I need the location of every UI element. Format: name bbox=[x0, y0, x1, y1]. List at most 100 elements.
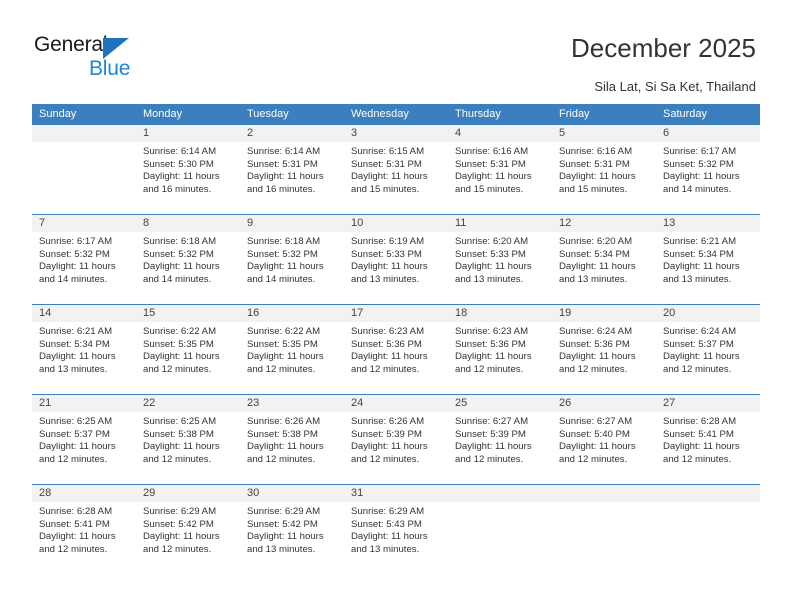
day-cell[interactable]: 11 Sunrise: 6:20 AM Sunset: 5:33 PM Dayligh… bbox=[448, 215, 552, 304]
day-number: 1 bbox=[136, 125, 240, 142]
sunrise-text: Sunrise: 6:17 AM bbox=[39, 236, 113, 247]
day-number: 17 bbox=[344, 305, 448, 322]
day-number: 5 bbox=[552, 125, 656, 142]
sunrise-text: Sunrise: 6:20 AM bbox=[559, 236, 633, 247]
sunset-text: Sunset: 5:31 PM bbox=[455, 158, 526, 170]
day-number: 8 bbox=[136, 215, 240, 232]
sunset-text: Sunset: 5:32 PM bbox=[247, 248, 318, 260]
brand-logo[interactable]: General Blue bbox=[34, 33, 214, 89]
day-details: Sunrise: 6:23 AM Sunset: 5:36 PM Daylight:… bbox=[448, 322, 552, 376]
sunset-text: Sunset: 5:39 PM bbox=[455, 428, 526, 440]
sunrise-text: Sunrise: 6:17 AM bbox=[663, 146, 737, 157]
day-cell[interactable]: 28 Sunrise: 6:28 AM Sunset: 5:41 PM Dayligh… bbox=[32, 485, 136, 573]
sunset-text: Sunset: 5:31 PM bbox=[559, 158, 630, 170]
daylight-text-line1: Daylight: 11 hours bbox=[663, 171, 740, 183]
daylight-text-line2: and 14 minutes. bbox=[663, 183, 732, 195]
day-cell[interactable]: 4 Sunrise: 6:16 AM Sunset: 5:31 PM Daylight… bbox=[448, 125, 552, 214]
day-details: Sunrise: 6:24 AM Sunset: 5:36 PM Daylight:… bbox=[552, 322, 656, 376]
daylight-text-line2: and 13 minutes. bbox=[351, 273, 420, 285]
daylight-text-line2: and 15 minutes. bbox=[351, 183, 420, 195]
day-cell[interactable]: 19 Sunrise: 6:24 AM Sunset: 5:36 PM Dayligh… bbox=[552, 305, 656, 394]
calendar-week-cells: 7 Sunrise: 6:17 AM Sunset: 5:32 PM Daylight… bbox=[32, 215, 760, 304]
day-cell[interactable]: 22 Sunrise: 6:25 AM Sunset: 5:38 PM Dayligh… bbox=[136, 395, 240, 484]
daylight-text-line1: Daylight: 11 hours bbox=[143, 261, 220, 273]
daylight-text-line2: and 13 minutes. bbox=[247, 543, 316, 555]
sunrise-text: Sunrise: 6:14 AM bbox=[247, 146, 321, 157]
day-cell[interactable]: 1 Sunrise: 6:14 AM Sunset: 5:30 PM Daylight… bbox=[136, 125, 240, 214]
daylight-text-line2: and 13 minutes. bbox=[663, 273, 732, 285]
day-cell[interactable]: 2 Sunrise: 6:14 AM Sunset: 5:31 PM Daylight… bbox=[240, 125, 344, 214]
day-details: Sunrise: 6:15 AM Sunset: 5:31 PM Daylight:… bbox=[344, 142, 448, 196]
day-cell[interactable]: 13 Sunrise: 6:21 AM Sunset: 5:34 PM Dayligh… bbox=[656, 215, 760, 304]
sunrise-text: Sunrise: 6:26 AM bbox=[247, 416, 321, 427]
calendar-week-row: 7 Sunrise: 6:17 AM Sunset: 5:32 PM Daylight… bbox=[32, 214, 760, 304]
sunset-text: Sunset: 5:37 PM bbox=[39, 428, 110, 440]
calendar-page: General Blue December 2025 Sila Lat, Si … bbox=[0, 0, 792, 612]
day-cell[interactable]: 9 Sunrise: 6:18 AM Sunset: 5:32 PM Daylight… bbox=[240, 215, 344, 304]
day-details: Sunrise: 6:28 AM Sunset: 5:41 PM Daylight:… bbox=[656, 412, 760, 466]
sunset-text: Sunset: 5:35 PM bbox=[247, 338, 318, 350]
day-cell[interactable]: 12 Sunrise: 6:20 AM Sunset: 5:34 PM Dayligh… bbox=[552, 215, 656, 304]
day-details: Sunrise: 6:26 AM Sunset: 5:39 PM Daylight:… bbox=[344, 412, 448, 466]
day-cell[interactable]: 7 Sunrise: 6:17 AM Sunset: 5:32 PM Daylight… bbox=[32, 215, 136, 304]
calendar-week-cells: 14 Sunrise: 6:21 AM Sunset: 5:34 PM Dayligh… bbox=[32, 305, 760, 394]
daylight-text-line2: and 14 minutes. bbox=[39, 273, 108, 285]
day-details: Sunrise: 6:14 AM Sunset: 5:30 PM Daylight:… bbox=[136, 142, 240, 196]
sunset-text: Sunset: 5:37 PM bbox=[663, 338, 734, 350]
day-number: 16 bbox=[240, 305, 344, 322]
day-cell[interactable]: 3 Sunrise: 6:15 AM Sunset: 5:31 PM Daylight… bbox=[344, 125, 448, 214]
day-cell[interactable]: 31 Sunrise: 6:29 AM Sunset: 5:43 PM Dayligh… bbox=[344, 485, 448, 573]
day-cell-empty bbox=[656, 485, 760, 573]
weekday-saturday: Saturday bbox=[663, 108, 708, 120]
day-details: Sunrise: 6:25 AM Sunset: 5:38 PM Daylight:… bbox=[136, 412, 240, 466]
sunset-text: Sunset: 5:40 PM bbox=[559, 428, 630, 440]
day-cell[interactable]: 21 Sunrise: 6:25 AM Sunset: 5:37 PM Dayligh… bbox=[32, 395, 136, 484]
day-cell[interactable]: 14 Sunrise: 6:21 AM Sunset: 5:34 PM Dayligh… bbox=[32, 305, 136, 394]
sunrise-text: Sunrise: 6:27 AM bbox=[455, 416, 529, 427]
day-cell[interactable]: 6 Sunrise: 6:17 AM Sunset: 5:32 PM Daylight… bbox=[656, 125, 760, 214]
daylight-text-line1: Daylight: 11 hours bbox=[663, 351, 740, 363]
day-number: 30 bbox=[240, 485, 344, 502]
day-cell[interactable]: 15 Sunrise: 6:22 AM Sunset: 5:35 PM Dayligh… bbox=[136, 305, 240, 394]
calendar-week-cells: 28 Sunrise: 6:28 AM Sunset: 5:41 PM Dayligh… bbox=[32, 485, 760, 573]
day-number: 18 bbox=[448, 305, 552, 322]
day-number bbox=[552, 485, 656, 502]
day-cell[interactable]: 27 Sunrise: 6:28 AM Sunset: 5:41 PM Dayligh… bbox=[656, 395, 760, 484]
day-cell[interactable]: 26 Sunrise: 6:27 AM Sunset: 5:40 PM Dayligh… bbox=[552, 395, 656, 484]
day-number: 25 bbox=[448, 395, 552, 412]
day-cell[interactable]: 25 Sunrise: 6:27 AM Sunset: 5:39 PM Dayligh… bbox=[448, 395, 552, 484]
day-cell[interactable]: 18 Sunrise: 6:23 AM Sunset: 5:36 PM Dayligh… bbox=[448, 305, 552, 394]
daylight-text-line2: and 12 minutes. bbox=[351, 363, 420, 375]
sunset-text: Sunset: 5:42 PM bbox=[143, 518, 214, 530]
day-cell[interactable]: 29 Sunrise: 6:29 AM Sunset: 5:42 PM Dayligh… bbox=[136, 485, 240, 573]
daylight-text-line1: Daylight: 11 hours bbox=[351, 171, 428, 183]
daylight-text-line1: Daylight: 11 hours bbox=[39, 351, 116, 363]
day-number bbox=[32, 125, 136, 142]
day-cell[interactable]: 17 Sunrise: 6:23 AM Sunset: 5:36 PM Dayligh… bbox=[344, 305, 448, 394]
daylight-text-line1: Daylight: 11 hours bbox=[455, 171, 532, 183]
daylight-text-line2: and 12 minutes. bbox=[351, 453, 420, 465]
sunrise-text: Sunrise: 6:29 AM bbox=[351, 506, 425, 517]
day-cell[interactable]: 30 Sunrise: 6:29 AM Sunset: 5:42 PM Dayligh… bbox=[240, 485, 344, 573]
daylight-text-line2: and 12 minutes. bbox=[559, 453, 628, 465]
day-details: Sunrise: 6:18 AM Sunset: 5:32 PM Daylight:… bbox=[240, 232, 344, 286]
sunset-text: Sunset: 5:30 PM bbox=[143, 158, 214, 170]
daylight-text-line1: Daylight: 11 hours bbox=[663, 441, 740, 453]
daylight-text-line2: and 12 minutes. bbox=[247, 363, 316, 375]
day-cell[interactable]: 5 Sunrise: 6:16 AM Sunset: 5:31 PM Daylight… bbox=[552, 125, 656, 214]
day-cell[interactable]: 24 Sunrise: 6:26 AM Sunset: 5:39 PM Dayligh… bbox=[344, 395, 448, 484]
day-cell[interactable]: 8 Sunrise: 6:18 AM Sunset: 5:32 PM Daylight… bbox=[136, 215, 240, 304]
day-cell[interactable]: 20 Sunrise: 6:24 AM Sunset: 5:37 PM Dayligh… bbox=[656, 305, 760, 394]
sunrise-text: Sunrise: 6:27 AM bbox=[559, 416, 633, 427]
day-number: 23 bbox=[240, 395, 344, 412]
sunset-text: Sunset: 5:35 PM bbox=[143, 338, 214, 350]
weekday-monday: Monday bbox=[143, 108, 183, 120]
day-cell[interactable]: 16 Sunrise: 6:22 AM Sunset: 5:35 PM Dayligh… bbox=[240, 305, 344, 394]
day-cell[interactable]: 23 Sunrise: 6:26 AM Sunset: 5:38 PM Dayligh… bbox=[240, 395, 344, 484]
day-details: Sunrise: 6:29 AM Sunset: 5:43 PM Daylight:… bbox=[344, 502, 448, 556]
weekday-thursday: Thursday bbox=[455, 108, 501, 120]
daylight-text-line1: Daylight: 11 hours bbox=[39, 441, 116, 453]
sunset-text: Sunset: 5:41 PM bbox=[663, 428, 734, 440]
day-cell[interactable]: 10 Sunrise: 6:19 AM Sunset: 5:33 PM Dayligh… bbox=[344, 215, 448, 304]
daylight-text-line1: Daylight: 11 hours bbox=[247, 351, 324, 363]
